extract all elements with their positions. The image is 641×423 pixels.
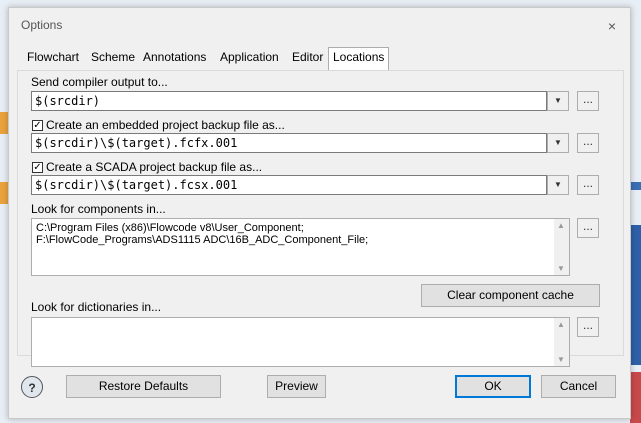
tab-scheme[interactable]: Scheme bbox=[87, 48, 139, 68]
scada-backup-label: Create a SCADA project backup file as... bbox=[46, 160, 263, 174]
scroll-down-icon[interactable]: ▼ bbox=[557, 264, 565, 273]
components-label: Look for components in... bbox=[31, 202, 166, 216]
restore-defaults-button[interactable]: Restore Defaults bbox=[66, 375, 221, 398]
embedded-backup-browse-button[interactable]: ... bbox=[577, 133, 599, 153]
scroll-up-icon[interactable]: ▲ bbox=[557, 221, 565, 230]
options-dialog: Options × Flowchart Scheme Annotations A… bbox=[8, 7, 631, 419]
compiler-output-field[interactable]: $(srcdir) bbox=[31, 91, 547, 111]
scada-backup-checkbox[interactable]: ✓ bbox=[32, 162, 43, 173]
dictionaries-textarea[interactable] bbox=[31, 317, 570, 367]
components-scrollbar[interactable]: ▲ ▼ bbox=[554, 219, 569, 275]
scroll-up-icon[interactable]: ▲ bbox=[557, 320, 565, 329]
embedded-backup-checkbox[interactable]: ✓ bbox=[32, 120, 43, 131]
background-app-strip-4 bbox=[630, 225, 641, 365]
compiler-output-dropdown-icon[interactable]: ▼ bbox=[547, 91, 569, 111]
background-app-strip-2 bbox=[0, 182, 8, 204]
tab-locations[interactable]: Locations bbox=[328, 47, 390, 70]
scroll-down-icon[interactable]: ▼ bbox=[557, 355, 565, 364]
background-app-strip-1 bbox=[0, 112, 8, 134]
tab-application[interactable]: Application bbox=[216, 48, 283, 68]
tab-editor[interactable]: Editor bbox=[288, 48, 327, 68]
help-icon[interactable]: ? bbox=[21, 376, 43, 398]
scada-backup-field[interactable]: $(srcdir)\$(target).fcsx.001 bbox=[31, 175, 547, 195]
compiler-output-label: Send compiler output to... bbox=[31, 75, 168, 89]
background-app-strip-5 bbox=[630, 372, 641, 423]
compiler-output-browse-button[interactable]: ... bbox=[577, 91, 599, 111]
ok-button[interactable]: OK bbox=[455, 375, 531, 398]
cancel-button[interactable]: Cancel bbox=[541, 375, 616, 398]
dictionaries-browse-button[interactable]: ... bbox=[577, 317, 599, 337]
dialog-title: Options bbox=[21, 18, 63, 32]
tab-flowchart[interactable]: Flowchart bbox=[23, 48, 83, 68]
components-browse-button[interactable]: ... bbox=[577, 218, 599, 238]
embedded-backup-dropdown-icon[interactable]: ▼ bbox=[547, 133, 569, 153]
scada-backup-dropdown-icon[interactable]: ▼ bbox=[547, 175, 569, 195]
embedded-backup-field[interactable]: $(srcdir)\$(target).fcfx.001 bbox=[31, 133, 547, 153]
components-textarea[interactable]: C:\Program Files (x86)\Flowcode v8\User_… bbox=[31, 218, 570, 276]
close-icon[interactable]: × bbox=[602, 16, 622, 36]
preview-button[interactable]: Preview bbox=[267, 375, 326, 398]
dictionaries-label: Look for dictionaries in... bbox=[31, 300, 162, 314]
dictionaries-scrollbar[interactable]: ▲ ▼ bbox=[554, 318, 569, 366]
scada-backup-browse-button[interactable]: ... bbox=[577, 175, 599, 195]
clear-component-cache-button[interactable]: Clear component cache bbox=[421, 284, 600, 307]
background-app-strip-3 bbox=[630, 182, 641, 190]
embedded-backup-label: Create an embedded project backup file a… bbox=[46, 118, 285, 132]
tab-annotations[interactable]: Annotations bbox=[139, 48, 210, 68]
